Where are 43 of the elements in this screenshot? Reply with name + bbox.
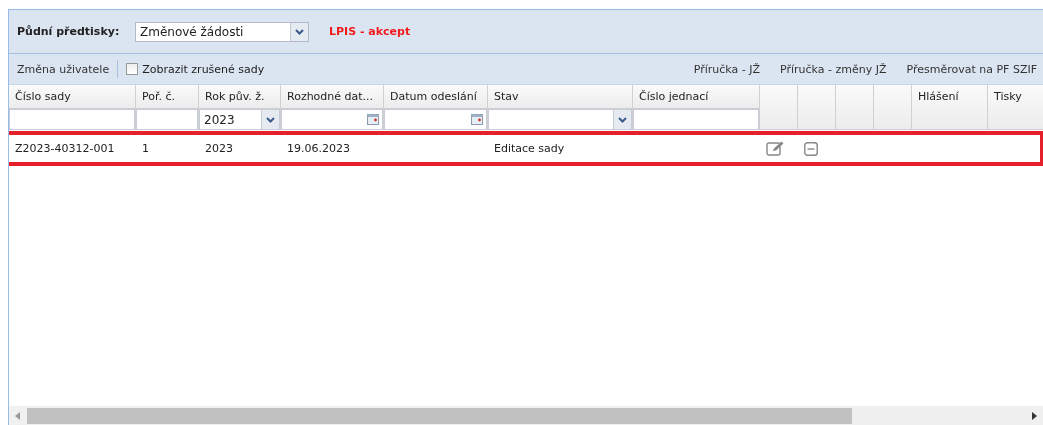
calendar-icon	[471, 114, 483, 125]
chevron-down-icon	[266, 116, 275, 123]
table-row[interactable]: Z2023-40312-001 1 2023 19.06.2023 Editace sady	[9, 131, 1043, 166]
column-header[interactable]	[760, 85, 798, 130]
checkbox-label: Zobrazit zrušené sady	[142, 62, 265, 76]
checkbox[interactable]	[126, 63, 139, 75]
table-cell: Z2023-40312-001	[15, 142, 115, 155]
date-field[interactable]	[281, 109, 383, 130]
preprint-select[interactable]: Změnové žádosti	[135, 21, 309, 42]
environment-label: LPIS - akcept	[329, 25, 411, 38]
column-header[interactable]	[798, 85, 836, 130]
chevron-down-icon	[618, 116, 627, 123]
toolbar-link[interactable]: Příručka - změny JŽ	[780, 62, 887, 76]
calendar-icon	[367, 114, 379, 125]
change-user-button[interactable]: Změna uživatele	[13, 60, 114, 78]
table-cell: 1	[142, 142, 149, 155]
preprint-label: Půdní předtisky:	[17, 25, 121, 38]
filter-select[interactable]	[488, 109, 632, 130]
table-cell: 2023	[205, 142, 233, 155]
table-cell: 19.06.2023	[287, 142, 350, 155]
toolbar-link[interactable]: Příručka - JŽ	[693, 62, 760, 76]
filter-field[interactable]	[136, 109, 198, 130]
pencil-icon[interactable]	[766, 141, 785, 156]
horizontal-scrollbar[interactable]	[9, 406, 1043, 425]
column-header[interactable]: Rozhodné dat...	[281, 85, 384, 109]
column-header[interactable]	[874, 85, 912, 130]
column-header[interactable]: Číslo jednací	[633, 85, 760, 109]
column-header[interactable]	[836, 85, 874, 130]
column-header[interactable]: Rok pův. ž.	[199, 85, 281, 109]
column-header[interactable]: Tisky	[988, 85, 1043, 130]
date-field[interactable]	[384, 109, 487, 130]
filter-field[interactable]	[9, 109, 135, 130]
table-cell: Editace sady	[494, 142, 565, 155]
chevron-down-icon	[295, 28, 304, 35]
column-header[interactable]: Poř. č.	[136, 85, 199, 109]
filter-select[interactable]: 2023	[199, 109, 280, 130]
minus-box-icon[interactable]	[804, 141, 818, 156]
column-header[interactable]: Datum odeslání	[384, 85, 488, 109]
column-header[interactable]: Číslo sady	[9, 85, 136, 109]
filter-field[interactable]	[633, 109, 759, 130]
toolbar-link[interactable]: Přesměrovat na PF SZIF	[906, 62, 1037, 76]
column-header[interactable]: Stav	[488, 85, 633, 109]
column-header[interactable]: Hlášení	[912, 85, 988, 130]
